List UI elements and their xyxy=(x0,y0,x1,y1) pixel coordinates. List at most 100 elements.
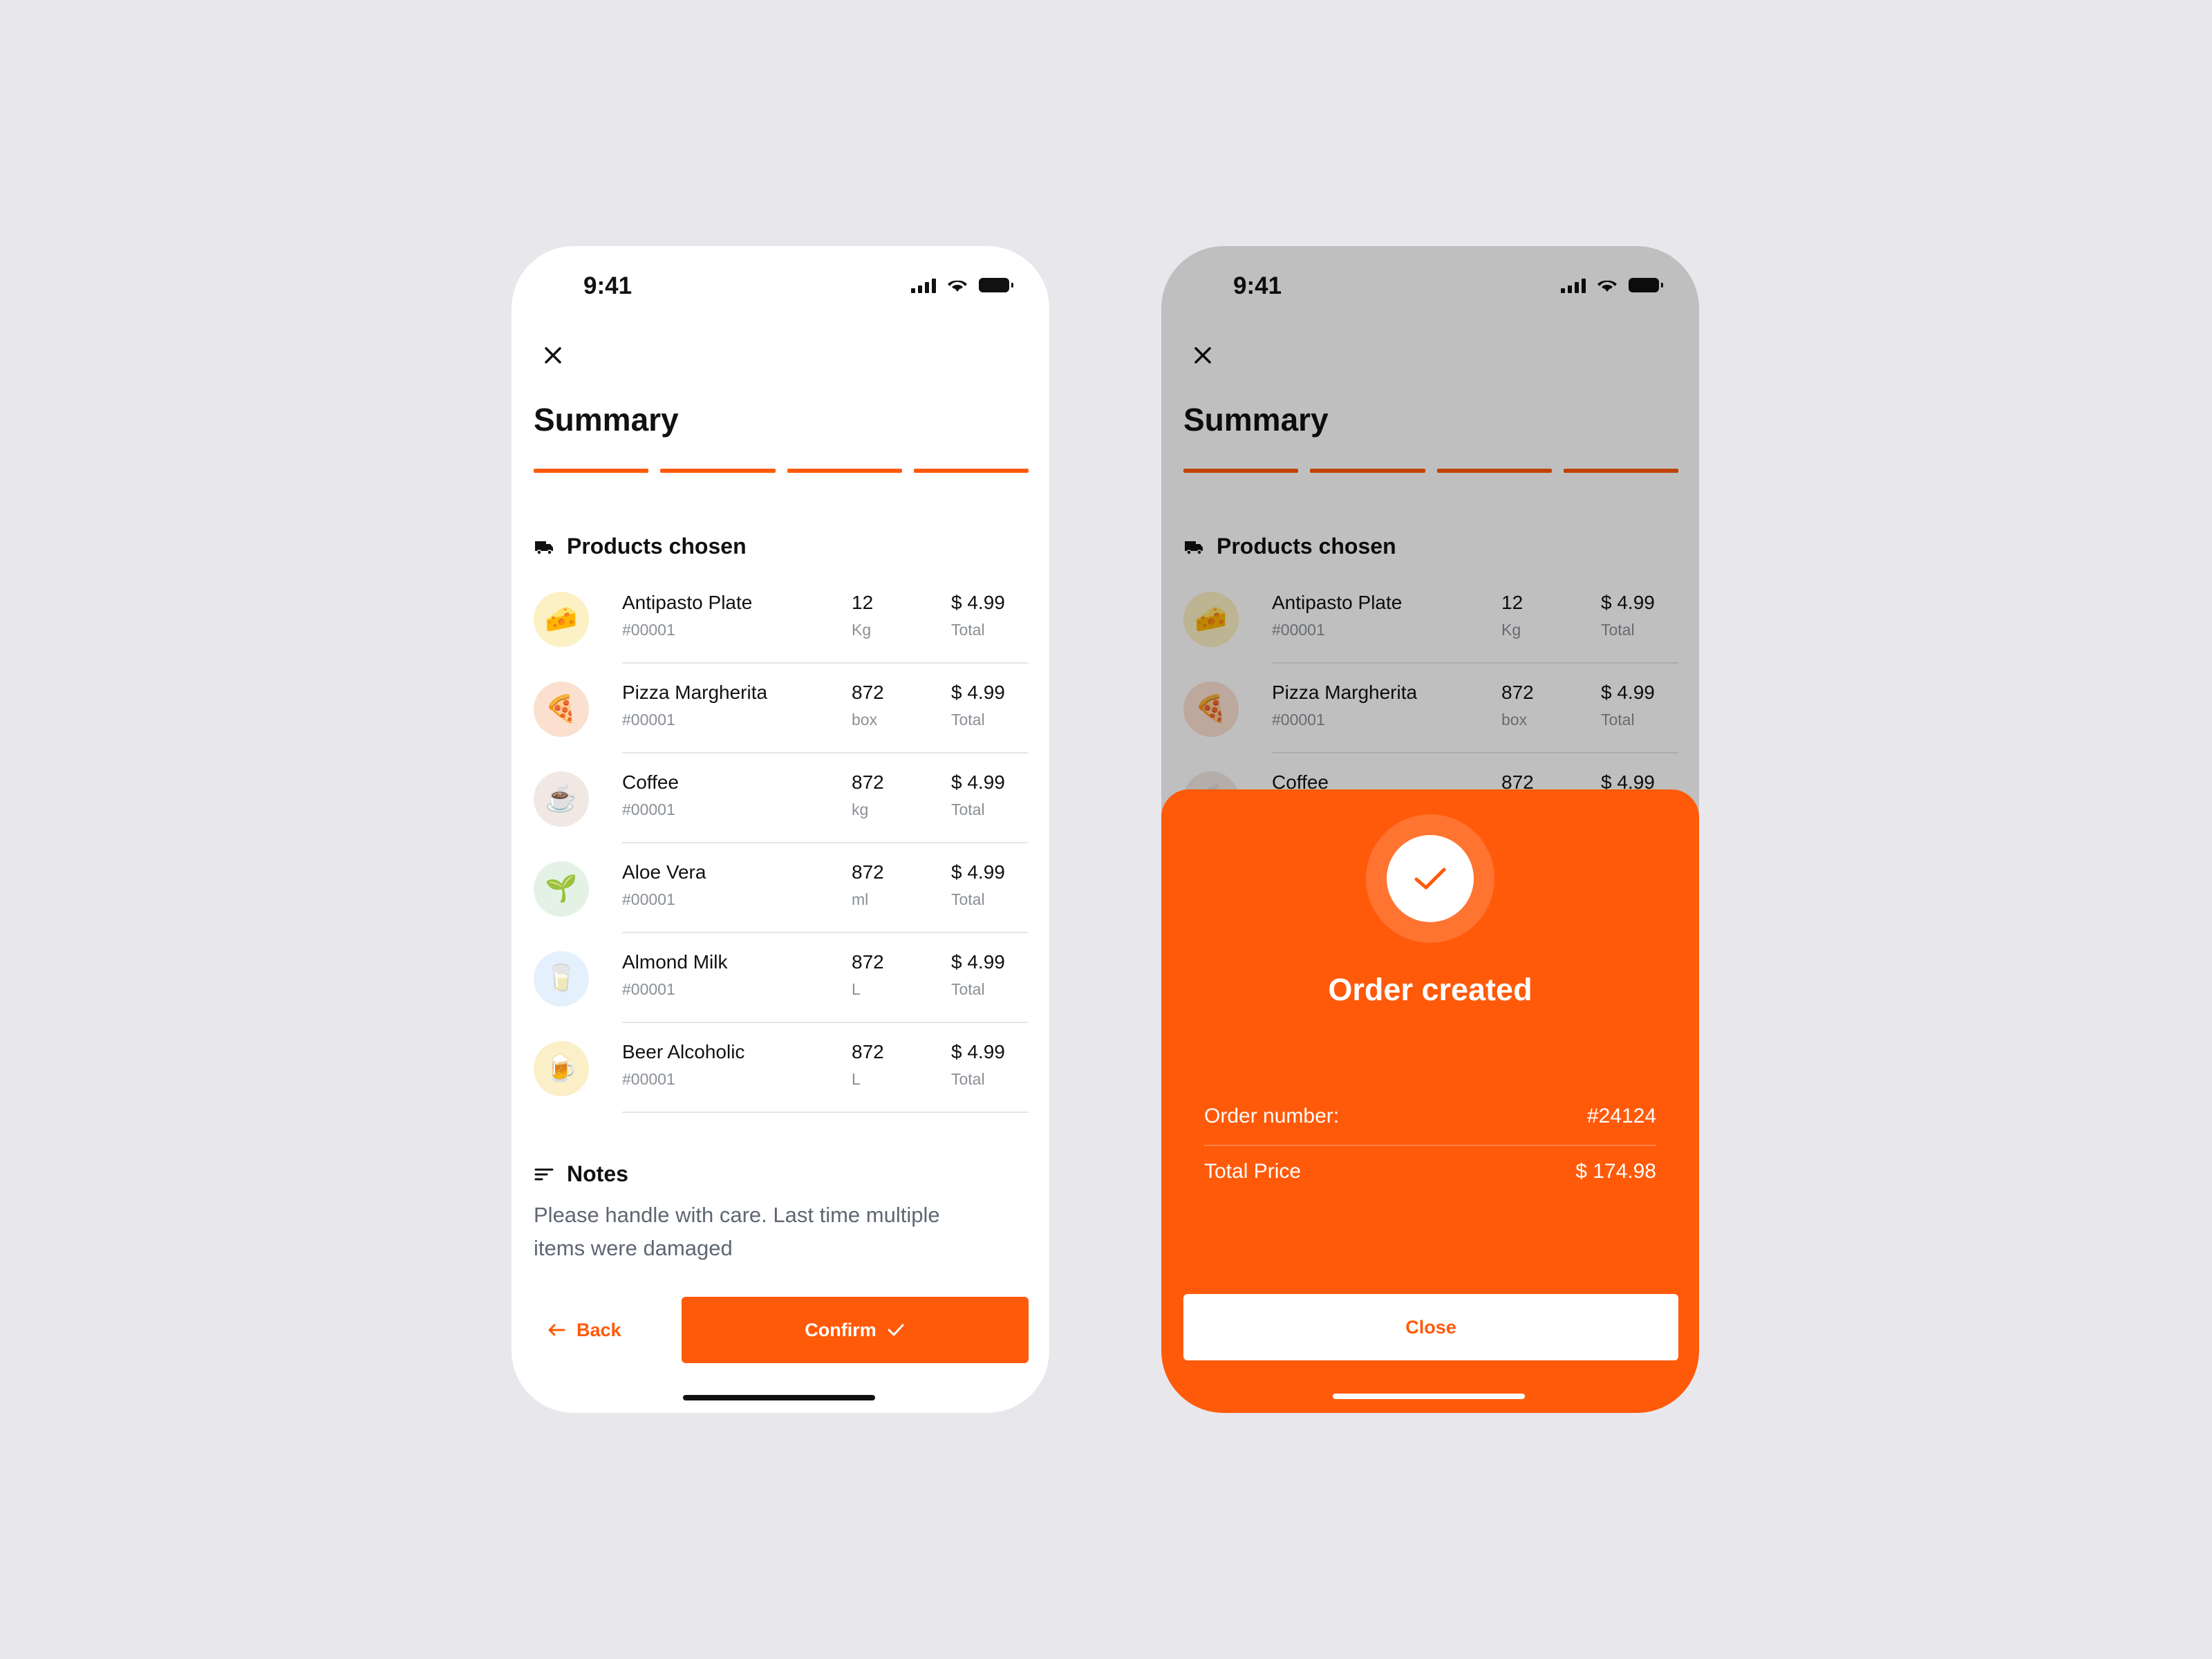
row-divider xyxy=(622,932,1029,933)
section-title: Notes xyxy=(567,1161,628,1186)
product-name: Beer Alcoholic xyxy=(622,1041,745,1062)
product-code: #00001 xyxy=(622,980,675,998)
product-quantity: 12 xyxy=(852,592,874,613)
total-price-label: Total Price xyxy=(1204,1160,1302,1183)
product-price: $ 4.99 xyxy=(951,861,1005,883)
product-quantity: 872 xyxy=(852,682,884,703)
product-emoji: 🧀 xyxy=(545,605,578,634)
check-icon xyxy=(888,1324,904,1336)
product-code: #00001 xyxy=(622,800,675,818)
product-unit: box xyxy=(852,711,878,729)
product-code: #00001 xyxy=(622,890,675,908)
product-unit: kg xyxy=(852,800,869,818)
order-number-row: Order number: #24124 xyxy=(1204,1105,1656,1128)
product-icon: 🌱 xyxy=(534,861,589,917)
product-icon: 🥛 xyxy=(534,951,589,1006)
row-divider xyxy=(622,752,1029,753)
divider xyxy=(1204,1145,1656,1146)
product-row[interactable]: 🍕 Pizza Margherita #00001 872 box $ 4.99 Total xyxy=(534,680,1029,770)
row-divider xyxy=(622,1112,1029,1113)
product-row[interactable]: 🍺 Beer Alcoholic #00001 872 L $ 4.99 Total xyxy=(534,1040,1029,1130)
confirm-label: Confirm xyxy=(805,1319,877,1340)
product-name: Aloe Vera xyxy=(622,861,706,883)
product-name: Pizza Margherita xyxy=(622,682,768,703)
product-emoji: 🥛 xyxy=(545,964,578,993)
step-bar xyxy=(660,469,776,473)
product-unit: L xyxy=(852,980,861,998)
product-unit: Kg xyxy=(852,621,872,639)
product-icon: 🧀 xyxy=(534,592,589,647)
step-bar xyxy=(534,469,649,473)
truck-icon xyxy=(535,541,553,555)
notes-section-header: Notes xyxy=(534,1161,628,1187)
order-number-label: Order number: xyxy=(1204,1105,1340,1127)
product-price-label: Total xyxy=(951,890,985,908)
product-row[interactable]: 🌱 Aloe Vera #00001 872 ml $ 4.99 Total xyxy=(534,860,1029,950)
total-price-row: Total Price $ 174.98 xyxy=(1204,1160,1656,1183)
product-emoji: 🍺 xyxy=(545,1054,578,1083)
product-price-label: Total xyxy=(951,800,985,818)
product-unit: ml xyxy=(852,890,869,908)
product-name: Antipasto Plate xyxy=(622,592,753,613)
product-code: #00001 xyxy=(622,711,675,729)
step-bar xyxy=(787,469,902,473)
product-unit: L xyxy=(852,1070,861,1088)
home-indicator xyxy=(1333,1394,1525,1399)
progress-steps xyxy=(534,469,1029,473)
order-created-screen: 9:41 Summary Products chosen 🧀 Antipasto … xyxy=(1161,246,1699,1413)
arrow-left-icon xyxy=(548,1324,565,1336)
product-price-label: Total xyxy=(951,1070,985,1088)
close-button[interactable]: Close xyxy=(1183,1294,1678,1360)
product-icon: 🍕 xyxy=(534,682,589,737)
product-row[interactable]: 🧀 Antipasto Plate #00001 12 Kg $ 4.99 Total xyxy=(534,590,1029,680)
page-title: Summary xyxy=(534,402,679,438)
step-bar xyxy=(913,469,1029,473)
order-number-value: #24124 xyxy=(1586,1105,1656,1127)
product-emoji: ☕ xyxy=(545,785,578,814)
product-quantity: 872 xyxy=(852,1041,884,1062)
product-quantity: 872 xyxy=(852,861,884,883)
product-name: Coffee xyxy=(622,771,679,793)
status-bar: 9:41 xyxy=(512,246,1049,319)
product-emoji: 🌱 xyxy=(545,874,578,903)
product-icon: ☕ xyxy=(534,771,589,827)
row-divider xyxy=(622,662,1029,664)
product-price: $ 4.99 xyxy=(951,1041,1005,1062)
product-emoji: 🍕 xyxy=(545,695,578,724)
check-icon xyxy=(1414,868,1446,890)
total-price-value: $ 174.98 xyxy=(1575,1160,1656,1183)
battery-icon xyxy=(979,277,1013,292)
product-price-label: Total xyxy=(951,621,985,639)
row-divider xyxy=(622,1022,1029,1023)
summary-screen: 9:41 Summary Products chosen 🧀 Antipasto … xyxy=(512,246,1049,1413)
product-price: $ 4.99 xyxy=(951,682,1005,703)
product-icon: 🍺 xyxy=(534,1041,589,1096)
row-divider xyxy=(622,842,1029,843)
home-indicator xyxy=(683,1395,875,1400)
section-title: Products chosen xyxy=(567,534,747,559)
confirm-button[interactable]: Confirm xyxy=(682,1297,1029,1363)
close-icon[interactable] xyxy=(538,340,568,371)
back-label: Back xyxy=(577,1319,621,1340)
product-price-label: Total xyxy=(951,980,985,998)
product-quantity: 872 xyxy=(852,951,884,973)
signal-icon xyxy=(911,276,936,293)
product-row[interactable]: 🥛 Almond Milk #00001 872 L $ 4.99 Total xyxy=(534,950,1029,1040)
status-time: 9:41 xyxy=(583,272,632,299)
wifi-icon xyxy=(948,280,967,292)
product-name: Almond Milk xyxy=(622,951,728,973)
notes-icon xyxy=(534,1168,554,1180)
product-code: #00001 xyxy=(622,621,675,639)
product-row[interactable]: ☕ Coffee #00001 872 kg $ 4.99 Total xyxy=(534,770,1029,860)
notes-text: Please handle with care. Last time multi… xyxy=(534,1203,940,1260)
product-price: $ 4.99 xyxy=(951,951,1005,973)
product-quantity: 872 xyxy=(852,771,884,793)
success-badge xyxy=(1366,814,1494,943)
back-button[interactable]: Back xyxy=(546,1297,621,1363)
product-price: $ 4.99 xyxy=(951,592,1005,613)
product-price: $ 4.99 xyxy=(951,771,1005,793)
order-created-sheet: Order created Order number: #24124 Total… xyxy=(1161,789,1699,1413)
product-code: #00001 xyxy=(622,1070,675,1088)
order-created-title: Order created xyxy=(1328,972,1533,1007)
product-price-label: Total xyxy=(951,711,985,729)
